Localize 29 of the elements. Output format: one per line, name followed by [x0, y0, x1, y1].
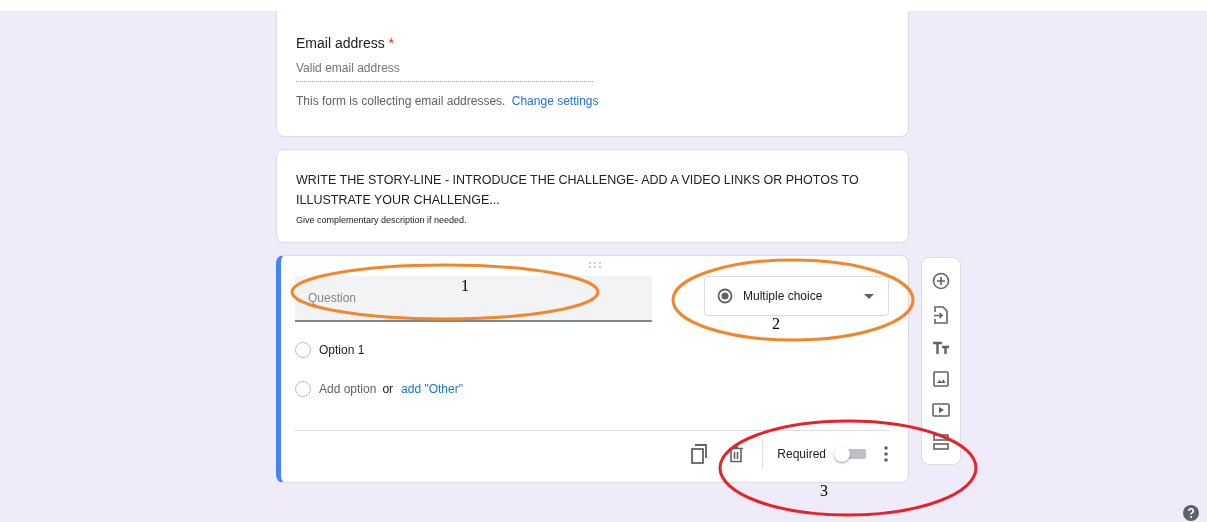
- required-label: Required: [777, 447, 826, 461]
- title-text-icon[interactable]: [932, 340, 950, 355]
- email-field[interactable]: Valid email address: [296, 61, 593, 82]
- import-questions-icon[interactable]: [933, 306, 949, 325]
- add-other-link[interactable]: add "Other": [401, 382, 463, 396]
- help-icon[interactable]: [1183, 505, 1199, 521]
- more-options-icon[interactable]: [884, 446, 888, 462]
- change-settings-link[interactable]: Change settings: [511, 94, 599, 108]
- add-question-icon[interactable]: [932, 272, 950, 291]
- annotation-number: 3: [820, 482, 828, 500]
- email-label: Email address *: [296, 35, 396, 51]
- annotation-number: 1: [461, 277, 469, 295]
- dropdown-caret-icon: [864, 293, 874, 299]
- duplicate-icon[interactable]: [691, 444, 710, 464]
- radio-button-icon: [717, 288, 733, 304]
- collecting-note: This form is collecting email addresses.: [296, 94, 506, 108]
- image-icon[interactable]: [933, 371, 949, 388]
- section-description: Give complementary description if needed.: [296, 215, 468, 225]
- delete-icon[interactable]: [729, 445, 744, 463]
- section-title: WRITE THE STORY-LINE - INTRODUCE THE CHALLENGE- ADD A VIDEO LINKS OR PHOTOS TO ILLUSTRATE YOUR CHALLENGE...: [296, 172, 860, 209]
- question-type-dropdown[interactable]: Multiple choice: [704, 276, 889, 316]
- section-icon[interactable]: [933, 433, 949, 450]
- required-toggle[interactable]: [836, 447, 866, 461]
- annotation-number: 2: [772, 315, 780, 333]
- or-text: or: [382, 382, 394, 396]
- option-label[interactable]: Option 1: [319, 343, 365, 357]
- video-icon[interactable]: [932, 403, 950, 418]
- add-option-link[interactable]: Add option: [319, 382, 377, 396]
- drag-handle-icon[interactable]: [588, 261, 602, 269]
